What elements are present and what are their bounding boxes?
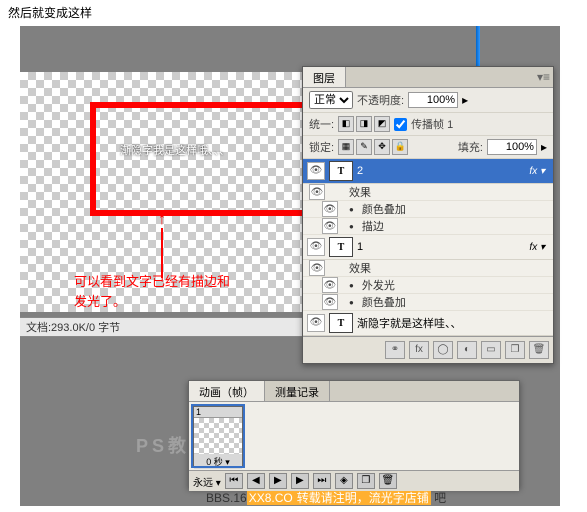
opacity-flyout-icon[interactable]: ▸: [462, 93, 468, 107]
layer-thumb-text: T: [329, 313, 353, 333]
prev-frame-icon[interactable]: ◀: [247, 473, 265, 489]
layer-style-icon[interactable]: fx: [409, 341, 429, 359]
effect-row[interactable]: 👁效果: [303, 260, 553, 277]
next-frame-icon[interactable]: ▶: [291, 473, 309, 489]
frame-duration[interactable]: 0 秒 ▾: [194, 454, 242, 469]
fill-input[interactable]: 100%: [487, 139, 537, 155]
layers-panel: 图层 ▾≡ 正常 不透明度: 100% ▸ 统一: ◧◨◩ 传播帧 1 锁定: …: [302, 66, 554, 364]
first-frame-icon[interactable]: ⏮: [225, 473, 243, 489]
propagate-checkbox[interactable]: [394, 118, 407, 131]
animation-frame[interactable]: 1 0 秒 ▾: [193, 406, 243, 466]
annotation-text: 可以看到文字已经有描边和发光了。: [74, 272, 230, 311]
layer-name[interactable]: 2: [357, 165, 521, 177]
layer-name[interactable]: 渐隐字就是这样哇、、: [357, 315, 549, 331]
effect-row[interactable]: 👁颜色叠加: [303, 201, 553, 218]
source-watermark: BBS.16XX8.CO转载请注明，流光字店铺 吧: [206, 489, 446, 506]
layer-item[interactable]: 👁 T 2 fx ▾: [303, 159, 553, 184]
panel-menu-icon[interactable]: ▾≡: [534, 67, 553, 87]
fx-badge[interactable]: fx ▾: [525, 242, 549, 253]
visibility-icon[interactable]: 👁: [307, 314, 325, 332]
annotation-box: [90, 102, 312, 216]
link-layers-icon[interactable]: ⚭: [385, 341, 405, 359]
last-frame-icon[interactable]: ⏭: [313, 473, 331, 489]
document-canvas[interactable]: 渐隐字我是这样哦、、、 可以看到文字已经有描边和发光了。: [20, 72, 322, 312]
opacity-input[interactable]: 100%: [408, 92, 458, 108]
animation-panel: 动画（帧） 测量记录 1 0 秒 ▾ 永远 ▾ ⏮ ◀ ▶ ▶ ⏭ ◈ ❐ 🗑: [188, 380, 520, 488]
layer-mask-icon[interactable]: ◯: [433, 341, 453, 359]
canvas-text-layer[interactable]: 渐隐字我是这样哦、、、: [120, 142, 230, 158]
layer-list: 👁 T 2 fx ▾ 👁效果 👁颜色叠加 👁描边 👁 T 1 fx ▾ 👁效果 …: [303, 159, 553, 336]
propagate-label: 传播帧 1: [411, 116, 453, 132]
new-layer-icon[interactable]: ❐: [505, 341, 525, 359]
duplicate-frame-icon[interactable]: ❐: [357, 473, 375, 489]
loop-select[interactable]: 永远 ▾: [193, 474, 221, 489]
adjustment-layer-icon[interactable]: ◐: [457, 341, 477, 359]
tween-icon[interactable]: ◈: [335, 473, 353, 489]
lock-buttons[interactable]: ▦✎✥🔒: [338, 139, 408, 155]
visibility-icon[interactable]: 👁: [307, 162, 325, 180]
effect-row[interactable]: 👁颜色叠加: [303, 294, 553, 311]
document-status-bar: 文档:293.0K/0 字节: [20, 317, 334, 337]
unify-label: 统一:: [309, 116, 334, 132]
group-icon[interactable]: ▭: [481, 341, 501, 359]
unify-buttons[interactable]: ◧◨◩: [338, 116, 390, 132]
panel-tab-bar: 图层 ▾≡: [303, 67, 553, 88]
tab-animation[interactable]: 动画（帧）: [189, 381, 265, 401]
frame-number: 1: [194, 407, 242, 418]
page-caption: 然后就变成这样: [0, 0, 587, 25]
layer-item[interactable]: 👁 T 1 fx ▾: [303, 235, 553, 260]
fill-label: 填充:: [458, 139, 483, 155]
fill-flyout-icon[interactable]: ▸: [541, 140, 547, 154]
play-icon[interactable]: ▶: [269, 473, 287, 489]
guide-line: [476, 26, 480, 66]
layer-name[interactable]: 1: [357, 241, 521, 253]
tab-measurement[interactable]: 测量记录: [265, 381, 330, 401]
photoshop-workspace: 渐隐字我是这样哦、、、 可以看到文字已经有描边和发光了。 文档:293.0K/0…: [20, 26, 560, 506]
anim-controls: 永远 ▾ ⏮ ◀ ▶ ▶ ⏭ ◈ ❐ 🗑: [189, 470, 519, 491]
fx-badge[interactable]: fx ▾: [525, 166, 549, 177]
visibility-icon[interactable]: 👁: [307, 238, 325, 256]
tab-layers[interactable]: 图层: [303, 67, 346, 87]
layer-item[interactable]: 👁 T 渐隐字就是这样哇、、: [303, 311, 553, 336]
delete-layer-icon[interactable]: 🗑: [529, 341, 549, 359]
effect-row[interactable]: 👁外发光: [303, 277, 553, 294]
lock-label: 锁定:: [309, 139, 334, 155]
annotation-arrow: [158, 212, 166, 278]
anim-tab-bar: 动画（帧） 测量记录: [189, 381, 519, 402]
delete-frame-icon[interactable]: 🗑: [379, 473, 397, 489]
opacity-label: 不透明度:: [357, 92, 404, 108]
layers-panel-footer: ⚭ fx ◯ ◐ ▭ ❐ 🗑: [303, 336, 553, 363]
effect-row[interactable]: 👁描边: [303, 218, 553, 235]
layer-thumb-text: T: [329, 161, 353, 181]
frame-thumbnail: [194, 418, 242, 454]
effect-row[interactable]: 👁效果: [303, 184, 553, 201]
blend-mode-select[interactable]: 正常: [309, 91, 353, 109]
layer-thumb-text: T: [329, 237, 353, 257]
frame-strip: 1 0 秒 ▾: [189, 402, 519, 470]
